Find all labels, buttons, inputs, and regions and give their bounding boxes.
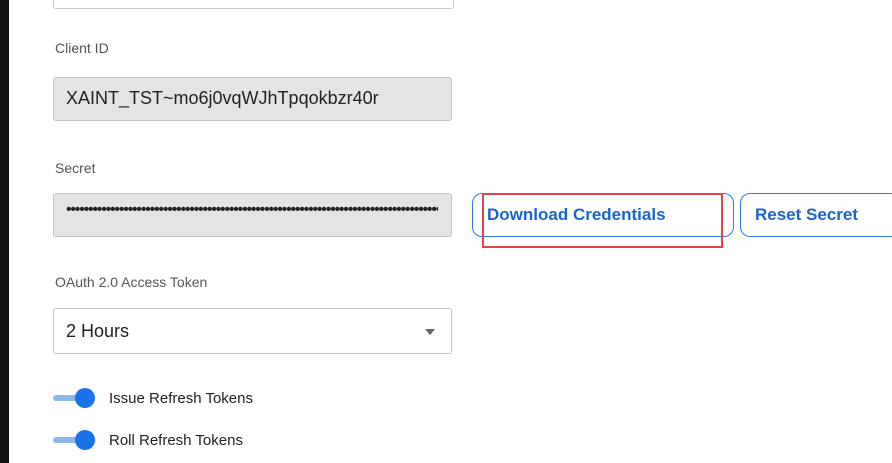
access-token-select[interactable]: 2 Hours — [53, 308, 452, 354]
issue-refresh-tokens-toggle[interactable] — [53, 388, 95, 408]
secret-masked-value: ••••••••••••••••••••••••••••••••••••••••… — [66, 201, 438, 218]
roll-refresh-tokens-toggle[interactable] — [53, 430, 95, 450]
roll-refresh-tokens-row: Roll Refresh Tokens — [53, 428, 243, 452]
client-id-label: Client ID — [55, 40, 109, 56]
left-edge-bar — [0, 0, 9, 463]
secret-label: Secret — [55, 160, 96, 176]
previous-field-bottom-edge — [53, 0, 454, 9]
toggle-knob — [75, 430, 95, 450]
access-token-selected-value: 2 Hours — [66, 321, 130, 341]
roll-refresh-tokens-label: Roll Refresh Tokens — [109, 431, 243, 449]
client-id-value: XAINT_TST~mo6j0vqWJhTpqokbzr40r — [66, 88, 379, 108]
access-token-label: OAuth 2.0 Access Token — [55, 274, 208, 290]
issue-refresh-tokens-row: Issue Refresh Tokens — [53, 386, 253, 410]
issue-refresh-tokens-label: Issue Refresh Tokens — [109, 389, 253, 407]
toggle-knob — [75, 388, 95, 408]
credentials-panel: Client ID XAINT_TST~mo6j0vqWJhTpqokbzr40… — [0, 0, 892, 463]
secret-field[interactable]: ••••••••••••••••••••••••••••••••••••••••… — [53, 193, 452, 237]
reset-secret-button[interactable]: Reset Secret — [740, 193, 892, 237]
download-credentials-button[interactable]: Download Credentials — [472, 193, 734, 237]
client-id-field[interactable]: XAINT_TST~mo6j0vqWJhTpqokbzr40r — [53, 77, 452, 121]
chevron-down-icon — [425, 329, 435, 335]
